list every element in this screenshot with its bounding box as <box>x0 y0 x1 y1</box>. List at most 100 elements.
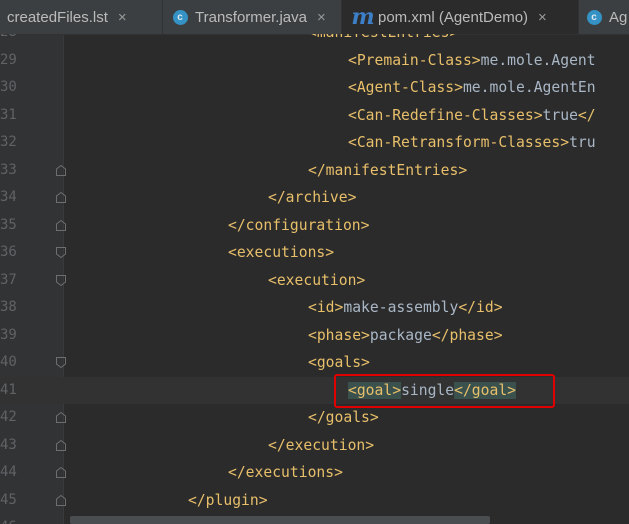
code-line[interactable]: 31 <Can-Redefine-Classes>true</ <box>0 102 629 130</box>
code-text: <Can-Redefine-Classes>true</ <box>348 102 596 130</box>
fold-start-icon[interactable] <box>56 247 66 258</box>
tab-pom-xml-agentdemo[interactable]: m pom.xml (AgentDemo) × <box>342 0 579 34</box>
xml-tag: </phase> <box>431 326 503 344</box>
xml-tag: <Can-Redefine-Classes> <box>348 106 543 124</box>
xml-tag: </id> <box>458 299 503 316</box>
tab-label: Transformer.java <box>195 8 307 26</box>
code-line[interactable]: 29 <Premain-Class>me.mole.Agent <box>0 47 629 75</box>
code-line[interactable]: 36 <executions> <box>0 239 629 267</box>
code-line[interactable]: 33 </manifestEntries> <box>0 157 629 185</box>
xml-tag: </archive> <box>268 189 357 206</box>
xml-tag: <Can-Retransform-Classes> <box>348 134 570 151</box>
line-number: 46 <box>0 514 17 524</box>
tab-createdfiles-lst[interactable]: createdFiles.lst × <box>0 0 163 34</box>
code-line[interactable]: 35 </configuration> <box>0 212 629 240</box>
line-number: 43 <box>0 436 17 453</box>
fold-end-icon[interactable] <box>56 439 66 451</box>
fold-end-icon[interactable] <box>56 219 66 231</box>
line-number: 33 <box>0 161 17 178</box>
close-icon[interactable]: × <box>538 9 547 26</box>
fold-end-icon[interactable] <box>56 494 66 506</box>
line-number: 35 <box>0 216 17 233</box>
code-text: <id>make-assembly</id> <box>308 294 503 322</box>
line-number: 38 <box>0 299 17 315</box>
xml-tag: </goals> <box>308 409 379 426</box>
xml-text: me.mole.AgentEn <box>462 79 596 96</box>
xml-tag: <manifestEntries> <box>308 34 458 41</box>
close-icon[interactable]: × <box>118 9 127 26</box>
code-line[interactable]: 38 <id>make-assembly</id> <box>0 294 629 322</box>
line-number: 29 <box>0 51 17 68</box>
xml-tag: <id> <box>308 299 344 316</box>
code-line[interactable]: 39 <phase>package</phase> <box>0 322 629 350</box>
xml-tag: </manifestEntries> <box>308 161 468 179</box>
code-text: </manifestEntries> <box>308 157 467 185</box>
xml-text: package <box>369 326 432 344</box>
horizontal-scrollbar[interactable] <box>70 516 490 524</box>
line-number: 34 <box>0 189 17 205</box>
line-number: 39 <box>0 326 17 343</box>
xml-text: make-assembly <box>343 299 459 316</box>
code-text: </executions> <box>228 459 343 487</box>
code-text: <executions> <box>228 239 334 267</box>
code-editor[interactable]: 28<manifestEntries>29<Premain-Class>me.m… <box>0 34 629 524</box>
xml-tag: <executions> <box>228 244 335 261</box>
fold-start-icon[interactable] <box>56 357 66 368</box>
code-line[interactable]: 28 <manifestEntries> <box>0 34 629 47</box>
line-number: 36 <box>0 244 17 260</box>
xml-tag: <phase> <box>308 326 370 344</box>
xml-tag: </plugin> <box>188 491 268 509</box>
code-text: <phase>package</phase> <box>308 322 503 350</box>
xml-tag: <execution> <box>268 271 366 289</box>
line-number: 41 <box>0 381 17 398</box>
code-line[interactable]: 43 </execution> <box>0 432 629 460</box>
close-icon[interactable]: × <box>317 9 326 26</box>
line-number: 28 <box>0 34 17 47</box>
line-number: 45 <box>0 491 17 508</box>
xml-tag: </execution> <box>268 436 375 454</box>
editor-tab-bar: createdFiles.lst × c Transformer.java × m pom.… <box>0 0 629 35</box>
code-line[interactable]: 30 <Agent-Class>me.mole.AgentEn <box>0 74 629 102</box>
code-text: <manifestEntries> <box>308 34 458 47</box>
line-number: 32 <box>0 134 17 150</box>
line-number: 42 <box>0 409 17 425</box>
code-text: <execution> <box>268 267 365 295</box>
code-line[interactable]: 42 </goals> <box>0 404 629 432</box>
red-annotation-box <box>334 374 555 408</box>
code-line[interactable]: 32 <Can-Retransform-Classes>tru <box>0 129 629 157</box>
code-text: <Agent-Class>me.mole.AgentEn <box>348 74 596 102</box>
code-text: </archive> <box>268 184 356 212</box>
xml-text: true <box>542 106 578 124</box>
line-number: 30 <box>0 79 17 95</box>
line-number: 44 <box>0 464 17 480</box>
code-text: </configuration> <box>228 212 369 240</box>
xml-text: tru <box>569 134 596 151</box>
fold-end-icon[interactable] <box>56 412 66 423</box>
line-number: 40 <box>0 354 17 370</box>
line-number: 31 <box>0 106 17 123</box>
tab-ag[interactable]: c Ag <box>579 0 629 34</box>
code-line[interactable]: 45 </plugin> <box>0 487 629 515</box>
fold-end-icon[interactable] <box>56 467 66 478</box>
code-text: </plugin> <box>188 487 268 515</box>
class-icon: c <box>586 9 602 25</box>
xml-tag: </executions> <box>228 464 343 481</box>
fold-end-icon[interactable] <box>56 192 66 203</box>
tab-transformer-java[interactable]: c Transformer.java × <box>163 0 342 34</box>
code-line[interactable]: 34 </archive> <box>0 184 629 212</box>
code-text: </goals> <box>308 404 379 432</box>
xml-tag: </ <box>577 106 596 124</box>
fold-start-icon[interactable] <box>56 274 66 286</box>
code-line[interactable]: 44 </executions> <box>0 459 629 487</box>
code-text: </execution> <box>268 432 374 460</box>
class-icon: c <box>172 9 188 25</box>
code-text: <goals> <box>308 349 370 377</box>
tab-label: createdFiles.lst <box>7 8 108 26</box>
code-line[interactable]: 37 <execution> <box>0 267 629 295</box>
xml-tag: <goals> <box>308 354 370 371</box>
code-line[interactable]: 40 <goals> <box>0 349 629 377</box>
fold-end-icon[interactable] <box>56 164 66 176</box>
xml-text: me.mole.Agent <box>480 51 596 69</box>
tab-label: Ag <box>609 8 628 26</box>
xml-tag: <Premain-Class> <box>348 51 481 69</box>
